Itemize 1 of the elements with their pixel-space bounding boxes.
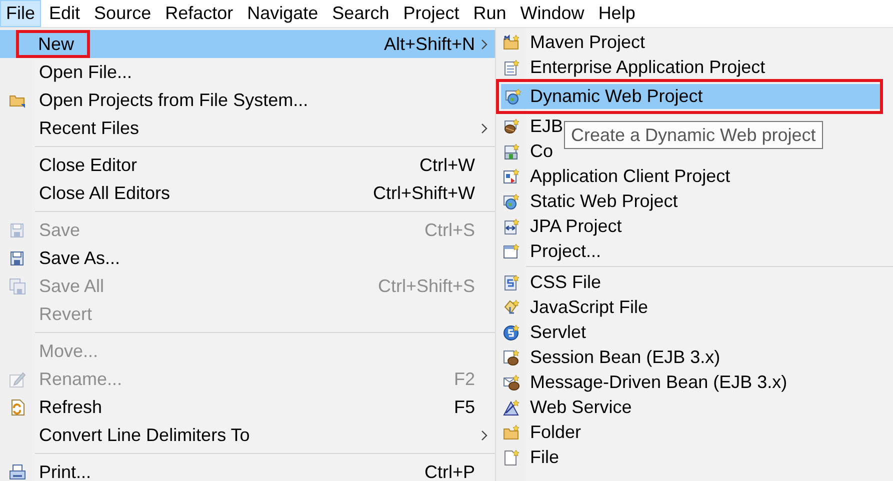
tooltip: Create a Dynamic Web project [564,121,823,149]
